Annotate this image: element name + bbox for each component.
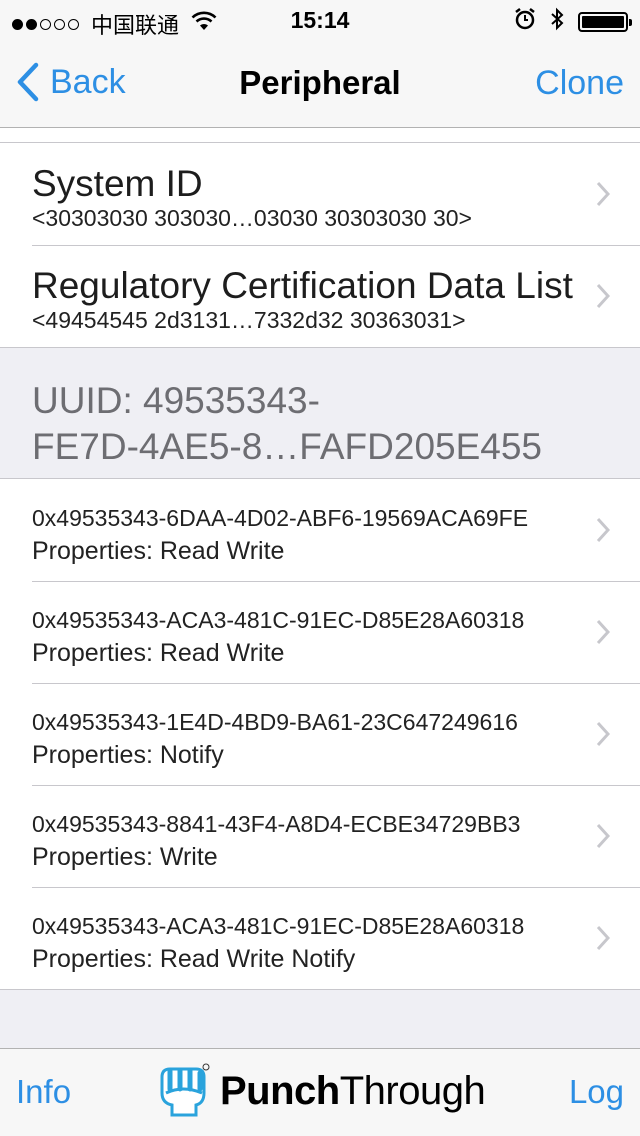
characteristic-row[interactable]: 0x49535343-1E4D-4BD9-BA61-23C647249616 P… xyxy=(0,683,640,785)
characteristic-properties: Properties: Write xyxy=(32,843,218,871)
chevron-right-icon xyxy=(596,517,610,543)
battery-icon xyxy=(578,12,632,32)
alarm-icon xyxy=(514,8,536,36)
characteristic-row[interactable]: 0x49535343-6DAA-4D02-ABF6-19569ACA69FE P… xyxy=(0,479,640,581)
info-row-regulatory-cert[interactable]: Regulatory Certification Data List <4945… xyxy=(0,245,640,347)
chevron-right-icon xyxy=(596,283,610,309)
characteristic-uuid: 0x49535343-8841-43F4-A8D4-ECBE34729BB3 xyxy=(32,811,521,837)
navigation-bar: Back Peripheral Clone xyxy=(0,40,640,128)
characteristic-row[interactable]: 0x49535343-8841-43F4-A8D4-ECBE34729BB3 P… xyxy=(0,785,640,887)
chevron-right-icon xyxy=(596,925,610,951)
info-row-value: <30303030 303030…03030 30303030 30> xyxy=(32,205,472,231)
chevron-right-icon xyxy=(596,619,610,645)
characteristic-row[interactable]: 0x49535343-ACA3-481C-91EC-D85E28A60318 P… xyxy=(0,887,640,989)
characteristics-group: 0x49535343-6DAA-4D02-ABF6-19569ACA69FE P… xyxy=(0,478,640,990)
characteristic-properties: Properties: Read Write Notify xyxy=(32,945,356,973)
log-button[interactable]: Log xyxy=(569,1073,624,1111)
info-group: System ID <30303030 303030…03030 3030303… xyxy=(0,142,640,348)
peripheral-detail-list[interactable]: System ID <30303030 303030…03030 3030303… xyxy=(0,128,640,1048)
chevron-right-icon xyxy=(596,721,610,747)
brand-name-regular: Through xyxy=(339,1068,486,1113)
characteristic-properties: Properties: Read Write xyxy=(32,537,285,565)
info-row-title: System ID xyxy=(32,163,203,204)
punchthrough-logo: PunchThrough xyxy=(156,1063,486,1119)
status-right xyxy=(514,7,632,37)
bottom-toolbar: Info PunchThrough Log xyxy=(0,1048,640,1136)
status-bar: 中国联通 15:14 xyxy=(0,0,640,40)
info-row-title: Regulatory Certification Data List xyxy=(32,265,573,306)
service-uuid-line1: UUID: 49535343- xyxy=(32,380,320,421)
characteristic-uuid: 0x49535343-6DAA-4D02-ABF6-19569ACA69FE xyxy=(32,505,529,531)
service-uuid-header: UUID: 49535343- FE7D-4AE5-8…FAFD205E455 xyxy=(0,348,640,478)
characteristic-properties: Properties: Read Write xyxy=(32,639,285,667)
service-uuid-text: UUID: 49535343- FE7D-4AE5-8…FAFD205E455 xyxy=(32,378,592,470)
info-button[interactable]: Info xyxy=(16,1073,71,1111)
list-top-spacer xyxy=(0,128,640,142)
characteristic-properties: Properties: Notify xyxy=(32,741,224,769)
brand-name-bold: Punch xyxy=(220,1068,340,1113)
characteristic-row[interactable]: 0x49535343-ACA3-481C-91EC-D85E28A60318 P… xyxy=(0,581,640,683)
chevron-right-icon xyxy=(596,823,610,849)
service-uuid-line2: FE7D-4AE5-8…FAFD205E455 xyxy=(32,426,543,467)
characteristic-uuid: 0x49535343-1E4D-4BD9-BA61-23C647249616 xyxy=(32,709,518,735)
bluetooth-icon xyxy=(550,7,564,37)
characteristic-uuid: 0x49535343-ACA3-481C-91EC-D85E28A60318 xyxy=(32,607,525,633)
info-row-system-id[interactable]: System ID <30303030 303030…03030 3030303… xyxy=(0,143,640,245)
clone-button[interactable]: Clone xyxy=(535,64,624,103)
fist-logo-icon xyxy=(160,1063,210,1117)
chevron-right-icon xyxy=(596,181,610,207)
characteristic-uuid: 0x49535343-ACA3-481C-91EC-D85E28A60318 xyxy=(32,913,525,939)
info-row-value: <49454545 2d3131…7332d32 30363031> xyxy=(32,307,466,333)
